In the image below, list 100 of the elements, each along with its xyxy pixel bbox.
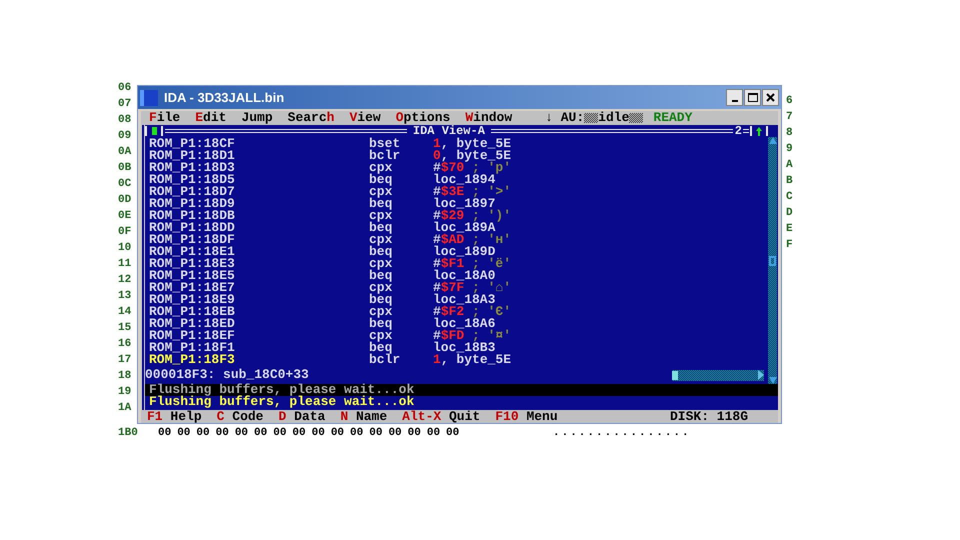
operand-text: 0, byte_5E [433,150,512,162]
mnemonic-text: beq [369,246,394,258]
function-key[interactable]: F10 Menu [495,410,558,423]
hex-byte: 00 [216,426,229,440]
address-text: ROM_P1:18E9 [148,294,236,306]
menu-item[interactable]: Options [396,111,450,125]
menu-item[interactable]: File [149,111,180,125]
operand-text: loc_18A6 [433,318,496,330]
column-label: 8 [786,126,794,141]
close-icon [766,93,775,102]
row-label: 07 [118,97,132,112]
hex-byte: 00 [330,426,344,440]
row-label: 1B0 [118,426,139,440]
mnemonic-text: bset [369,138,402,150]
row-label: 09 [118,129,132,144]
address-text: ROM_P1:18D7 [148,186,236,198]
mnemonic-text: cpx [369,210,394,222]
vertical-scrollbar[interactable] [768,137,777,384]
address-text: ROM_P1:18D3 [148,162,236,174]
row-label: 15 [118,321,132,336]
mnemonic-text: cpx [369,258,394,270]
function-key[interactable]: F1 Help [147,410,202,423]
hex-byte: 00 [369,426,382,440]
operand-text: loc_1897 [433,198,496,210]
menu-item[interactable]: Window [465,111,512,125]
mnemonic-text: beq [369,294,394,306]
close-box-icon[interactable] [145,126,163,136]
address-text: ROM_P1:18D9 [148,198,236,210]
row-label: 0A [118,145,132,160]
view-title: IDA View-A [412,125,485,137]
hex-byte: 00 [254,426,268,440]
column-label: 9 [786,142,794,157]
column-label: E [786,222,794,237]
function-key[interactable]: N Name [340,410,388,423]
hex-byte: 00 [426,426,440,440]
column-label: D [786,206,794,221]
location-text: 000018F3: sub_18C0+33 [145,369,309,381]
row-label: 08 [118,113,132,128]
column-label: B [786,174,794,189]
menu-item[interactable]: Jump [241,111,273,125]
hex-byte: 00 [177,426,190,440]
operand-text: #$70 ; 'p' [433,162,512,174]
hex-byte: 00 [234,426,248,440]
address-text: ROM_P1:18EB [148,306,236,318]
row-label: 18 [118,369,132,384]
hex-byte: 00 [312,426,325,440]
operand-text: loc_189A [433,222,496,234]
address-text: ROM_P1:18D5 [148,174,236,186]
mnemonic-text: cpx [369,162,394,174]
row-label: 10 [118,241,132,256]
mnemonic-text: cpx [369,306,394,318]
horizontal-scrollbar[interactable] [672,370,764,380]
address-text: ROM_P1:18D1 [148,150,236,162]
address-text: ROM_P1:18F1 [148,342,236,354]
row-label: 1A [118,401,132,416]
address-text: ROM_P1:18DF [148,234,236,246]
address-text: ROM_P1:18E3 [148,258,236,270]
function-key[interactable]: C Code [216,410,264,423]
row-label: 06 [118,81,132,96]
function-key[interactable]: D Data [278,410,326,423]
mnemonic-text: beq [369,174,394,186]
operand-text: #$7F ; '⌂' [433,282,512,294]
row-label: 0C [118,177,132,192]
minimize-button[interactable] [726,89,743,106]
maximize-button[interactable] [744,89,761,106]
address-text: ROM_P1:18E7 [148,282,236,294]
menu-item[interactable]: Search [288,111,334,125]
menu-item[interactable]: View [349,111,381,125]
column-label: F [786,238,794,253]
operand-text: 1, byte_5E [433,354,512,366]
row-label: 0E [118,209,132,224]
operand-text: loc_18A0 [433,270,496,282]
close-button[interactable] [762,89,779,106]
hex-byte: 00 [408,426,421,440]
row-label: 0F [118,225,132,240]
address-text: ROM_P1:18DD [148,222,236,234]
mnemonic-text: bclr [369,150,402,162]
zoom-box-icon[interactable] [750,126,768,136]
address-text: ROM_P1:18EF [148,330,236,342]
mnemonic-text: beq [369,222,394,234]
operand-text: #$29 ; ')' [433,210,512,222]
hex-byte: 00 [196,426,210,440]
column-label: 6 [786,94,794,109]
autoanalysis-indicator: idle [584,111,644,125]
row-label: 0D [118,193,132,208]
row-label: 11 [118,257,132,272]
address-text: ROM_P1:18ED [148,318,236,330]
operand-text: #$F2 ; 'Є' [433,306,512,318]
menu-item[interactable]: Edit [195,111,226,125]
mnemonic-text: cpx [369,282,394,294]
hex-byte: 00 [350,426,364,440]
row-label: 19 [118,385,132,400]
disk-status: DISK: 118G [670,410,748,423]
operand-text: loc_18A3 [433,294,496,306]
mnemonic-text: beq [369,342,392,354]
function-key[interactable]: Alt-X Quit [402,410,480,423]
operand-text: #$FD ; '¤' [433,330,512,342]
row-label: 14 [118,305,132,320]
address-text: ROM_P1:18E1 [148,246,236,258]
ascii-text: ................ [553,426,691,440]
